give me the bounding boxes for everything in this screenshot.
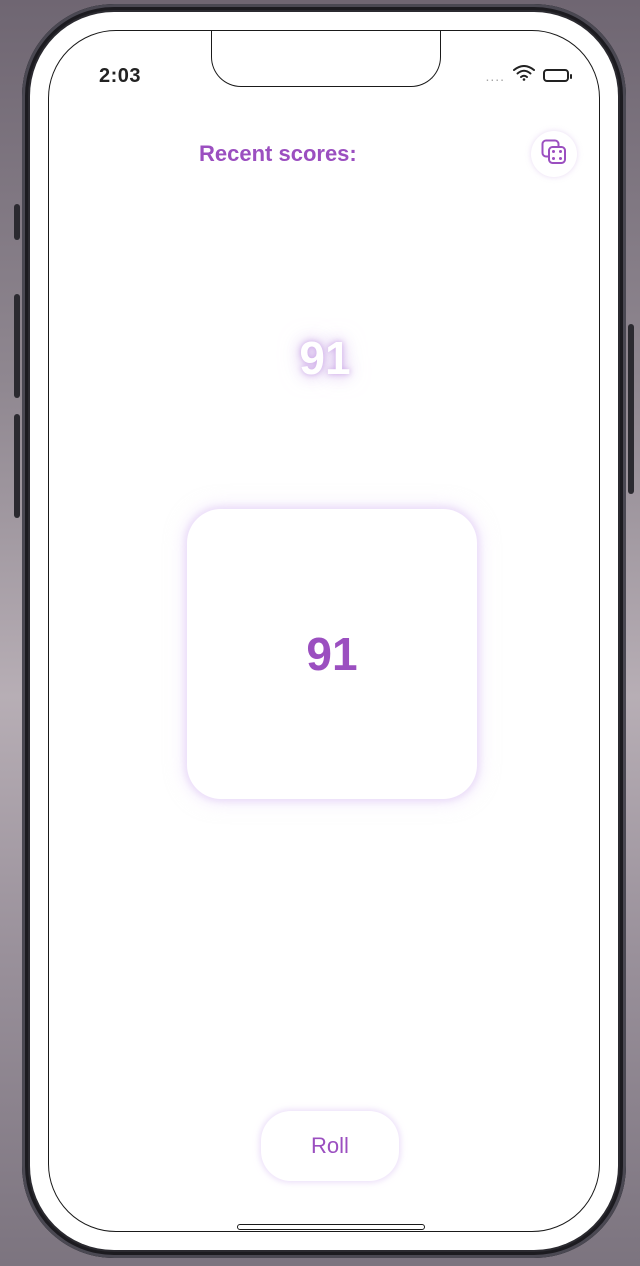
roll-button[interactable]: Roll [261, 1111, 399, 1181]
recent-score-value: 91 [299, 332, 351, 384]
score-card: 91 [187, 509, 477, 799]
side-button-silent [14, 204, 20, 240]
signal-icon: .... [485, 67, 505, 84]
wifi-icon [513, 65, 535, 86]
side-button-power [628, 324, 634, 494]
current-score-value: 91 [306, 628, 358, 680]
home-indicator[interactable] [237, 1224, 425, 1230]
dice-history-button[interactable] [531, 131, 577, 177]
screen-bezel: 2:03 .... Recent scores: 91 91 Roll [30, 12, 618, 1250]
recent-scores-label: Recent scores: [199, 141, 357, 166]
side-button-volume-up [14, 294, 20, 398]
side-button-volume-down [14, 414, 20, 518]
app-screen: 2:03 .... Recent scores: 91 91 Roll [48, 30, 600, 1232]
status-time: 2:03 [99, 65, 142, 87]
phone-frame: 2:03 .... Recent scores: 91 91 Roll [14, 4, 634, 1258]
battery-icon [543, 69, 572, 82]
notch [211, 31, 441, 87]
status-indicators: .... [485, 65, 572, 86]
dice-icon [541, 139, 567, 170]
